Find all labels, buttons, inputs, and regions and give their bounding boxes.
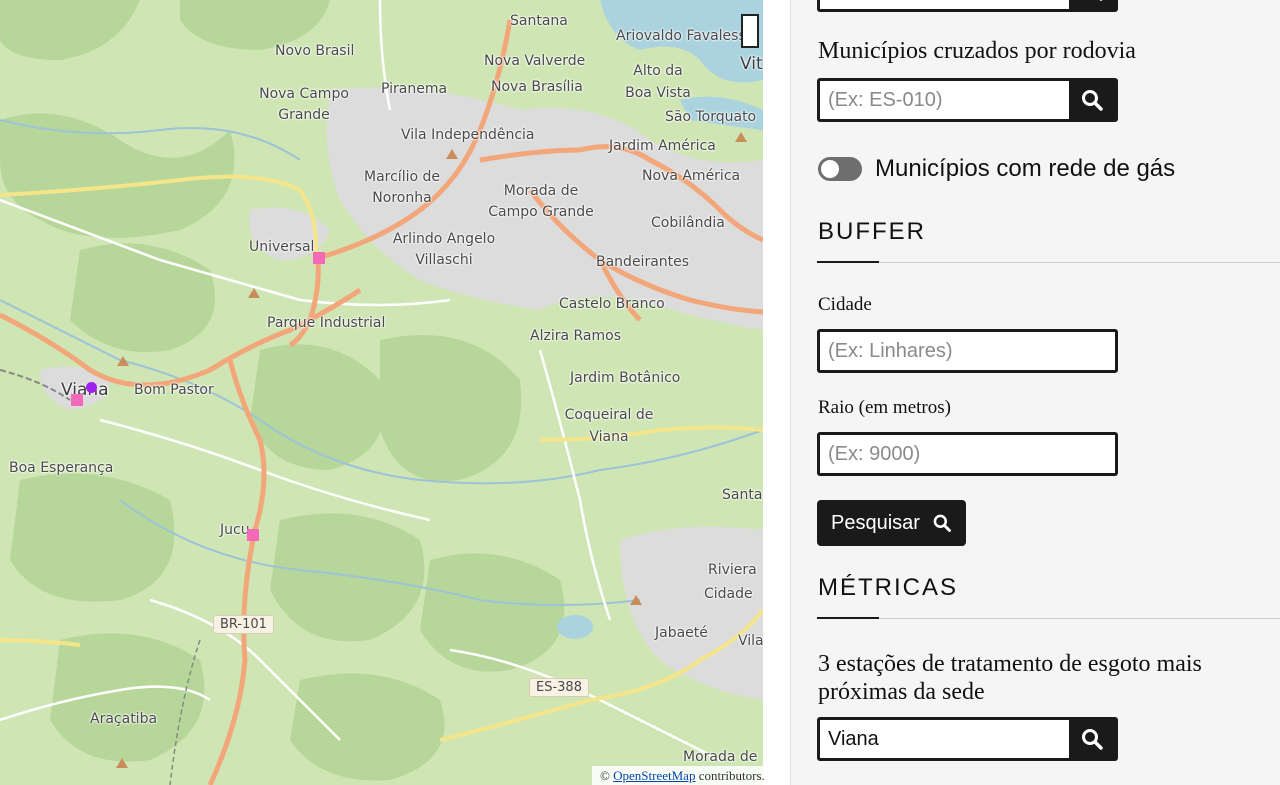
- peak-icon: [446, 149, 458, 159]
- place-label: Bom Pastor: [134, 382, 214, 398]
- divider-accent: [817, 261, 879, 263]
- rodovia-label: Municípios cruzados por rodovia: [818, 38, 1136, 64]
- panel-gutter: [763, 0, 790, 785]
- rodovia-input[interactable]: [820, 81, 1069, 119]
- place-label: Nova Valverde: [484, 53, 586, 69]
- gas-toggle[interactable]: [818, 157, 862, 181]
- place-label: Bandeirantes: [596, 254, 690, 270]
- map-base-layer: [0, 0, 763, 785]
- rodovia-input-group: [817, 78, 1118, 122]
- map-marker-point[interactable]: [86, 382, 97, 393]
- previous-search-group: [817, 0, 1118, 12]
- place-label: Santana: [510, 13, 568, 29]
- previous-search-button[interactable]: [1069, 0, 1115, 9]
- query-panel: Municípios cruzados por rodovia Municípi…: [790, 0, 1280, 785]
- map-marker[interactable]: [247, 529, 259, 541]
- place-label: São Torquato: [665, 109, 757, 125]
- search-icon: [1082, 90, 1103, 111]
- place-label: Vit: [740, 54, 763, 74]
- map-marker[interactable]: [71, 394, 83, 406]
- radius-input-group: [817, 432, 1118, 476]
- place-label: Morada de Campo Grande: [488, 183, 594, 220]
- place-label: Vila Independência: [401, 127, 535, 143]
- ete-search-button[interactable]: [1069, 720, 1115, 758]
- ete-label: 3 estações de tratamento de esgoto mais …: [818, 651, 1202, 705]
- rodovia-search-button[interactable]: [1069, 81, 1115, 119]
- buffer-divider: [817, 261, 1280, 263]
- gas-toggle-label: Municípios com rede de gás: [875, 155, 1176, 182]
- peak-icon: [735, 132, 747, 142]
- search-icon: [933, 514, 951, 532]
- peak-icon: [116, 758, 128, 768]
- road-shield-br101: BR-101: [213, 615, 274, 634]
- city-input-group: [817, 329, 1118, 373]
- place-label: Coqueiral de Viana: [564, 407, 654, 445]
- attribution-prefix: ©: [600, 768, 614, 783]
- divider-accent: [817, 617, 879, 619]
- place-label: Jabaeté: [655, 625, 708, 641]
- place-label: Marcílio de Noronha: [364, 169, 440, 206]
- place-label: Viana: [61, 380, 109, 400]
- buffer-search-label: Pesquisar: [831, 511, 920, 534]
- gas-toggle-row: Municípios com rede de gás: [818, 155, 1175, 183]
- previous-search-input[interactable]: [820, 0, 1069, 9]
- map[interactable]: Santana Ariovaldo Favalessa Novo Brasil …: [0, 0, 763, 785]
- place-label: Riviera: [708, 562, 757, 578]
- place-label: Nova Brasília: [491, 79, 583, 95]
- peak-icon: [248, 288, 260, 298]
- search-icon: [1099, 0, 1103, 1]
- place-label: Jardim América: [609, 138, 716, 154]
- peak-icon: [117, 356, 129, 366]
- search-icon: [1082, 729, 1103, 750]
- metricas-section-title: MÉTRICAS: [818, 574, 959, 601]
- peak-icon: [630, 595, 642, 605]
- place-label: Arlindo Angelo Villaschi: [392, 231, 496, 268]
- place-label: Cobilândia: [651, 215, 725, 231]
- attribution-suffix: contributors.: [695, 768, 765, 783]
- place-label: Castelo Branco: [559, 296, 665, 312]
- place-label: Jucu: [220, 522, 250, 538]
- place-label: Alzira Ramos: [530, 328, 621, 344]
- place-label: Parque Industrial: [267, 315, 386, 331]
- place-label: Morada de: [683, 749, 758, 765]
- place-label: Cidade: [704, 586, 753, 602]
- openstreetmap-link[interactable]: OpenStreetMap: [613, 768, 695, 783]
- place-label: Nova Campo Grande: [259, 86, 349, 123]
- place-label: Araçatiba: [90, 711, 158, 727]
- city-label: Cidade: [818, 294, 872, 315]
- toggle-knob: [821, 160, 839, 178]
- place-label: Piranema: [381, 81, 448, 97]
- road-shield-es388: ES-388: [529, 678, 589, 697]
- ete-input-group: [817, 717, 1118, 761]
- radius-input[interactable]: [820, 435, 1115, 473]
- place-label: Vila: [738, 633, 763, 649]
- place-label: Jardim Botânico: [570, 370, 681, 386]
- map-marker[interactable]: [313, 252, 325, 264]
- place-label: Universal: [249, 239, 315, 255]
- place-label: Santa: [722, 487, 763, 503]
- city-input[interactable]: [820, 332, 1115, 370]
- place-label: Alto da Boa Vista: [625, 63, 691, 101]
- buffer-search-button[interactable]: Pesquisar: [817, 500, 966, 546]
- metricas-divider: [817, 617, 1280, 619]
- map-control-box[interactable]: [741, 14, 759, 48]
- place-label: Nova América: [642, 168, 741, 184]
- place-label: Novo Brasil: [275, 43, 355, 59]
- ete-input[interactable]: [820, 720, 1069, 758]
- place-label: Boa Esperança: [9, 460, 114, 476]
- radius-label: Raio (em metros): [818, 397, 951, 418]
- map-attribution: © OpenStreetMap contributors.: [592, 766, 778, 785]
- place-label: Ariovaldo Favalessa: [616, 28, 755, 44]
- buffer-section-title: BUFFER: [818, 218, 926, 245]
